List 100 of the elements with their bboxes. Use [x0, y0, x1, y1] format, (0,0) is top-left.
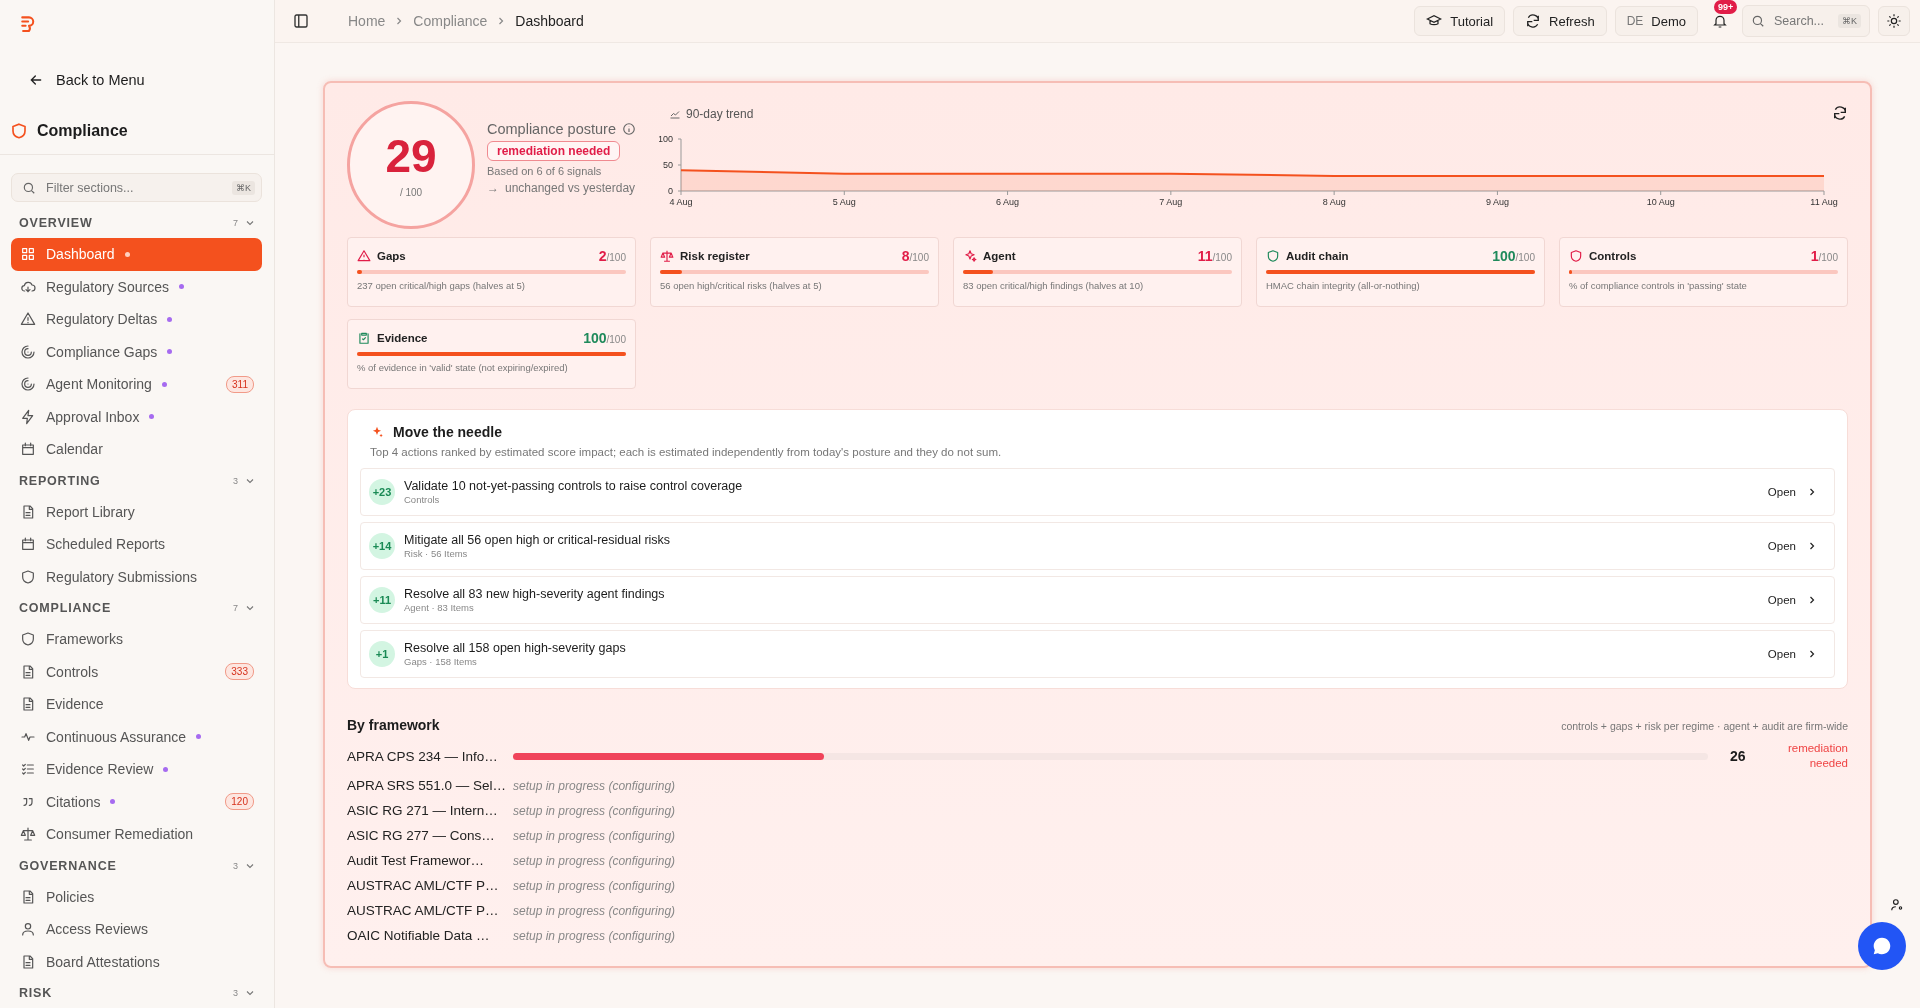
action-title: Resolve all 83 new high-severity agent findings	[404, 587, 666, 601]
sidebar-item[interactable]: Controls 333	[11, 655, 262, 688]
refresh-button[interactable]: Refresh	[1513, 6, 1607, 36]
sidebar-item[interactable]: Scheduled Reports	[11, 528, 262, 561]
sidebar-item-label: Dashboard	[46, 246, 115, 263]
sidebar-item-label: Agent Monitoring	[46, 376, 152, 393]
bell-icon[interactable]	[1712, 13, 1728, 29]
count-badge: 333	[225, 663, 254, 681]
scales-icon	[660, 249, 674, 263]
chat-button[interactable]	[1858, 922, 1906, 970]
sidebar-item[interactable]: Consumer Remediation	[11, 818, 262, 851]
framework-name[interactable]: ASIC RG 271 — Intern…	[347, 803, 513, 818]
sidebar-item[interactable]: Evidence	[11, 688, 262, 721]
action-row[interactable]: +1 Resolve all 158 open high-severity gaps Gaps · 158 Items Open	[360, 630, 1835, 678]
score-value: 29	[385, 132, 437, 179]
sidebar-item[interactable]: Report Library	[11, 495, 262, 528]
search-icon	[1751, 14, 1765, 28]
sidebar-item[interactable]: Agent Monitoring 311	[11, 368, 262, 401]
x-tick-label: 4 Aug	[669, 197, 693, 207]
impact-badge: +23	[369, 479, 395, 505]
score-card-value: 11/100	[1197, 248, 1232, 264]
warning-icon	[357, 249, 371, 263]
sidebar-item[interactable]: Calendar	[11, 433, 262, 466]
sidebar-item[interactable]: Approval Inbox	[11, 400, 262, 433]
document-icon	[20, 888, 36, 905]
sidebar-item[interactable]: Board Attestations	[11, 945, 262, 978]
sidebar-item-label: Policies	[46, 888, 95, 905]
open-button[interactable]: Open	[1761, 644, 1824, 664]
section-heading: COMPLIANCE	[19, 601, 113, 615]
impact-badge: +11	[369, 587, 395, 613]
action-meta: Risk · 56 Items	[404, 548, 469, 559]
scales-icon	[20, 826, 36, 843]
sidebar-item-label: Calendar	[46, 441, 103, 458]
filter-input[interactable]: Filter sections...	[44, 179, 224, 196]
calendar-icon	[20, 536, 36, 553]
framework-name[interactable]: AUSTRAC AML/CTF P…	[347, 903, 513, 918]
y-axis	[677, 138, 682, 192]
open-button[interactable]: Open	[1761, 482, 1824, 502]
action-row[interactable]: +11 Resolve all 83 new high-severity agent findings Agent · 83 Items Open	[360, 576, 1835, 624]
sidebar-item[interactable]: Evidence Review	[11, 753, 262, 786]
user-menu-button[interactable]: DE Demo	[1614, 6, 1698, 36]
action-title: Validate 10 not-yet-passing controls to raise control coverage	[404, 479, 744, 493]
count-badge: 120	[225, 793, 254, 811]
impact-badge: +14	[369, 533, 395, 559]
open-button[interactable]: Open	[1761, 536, 1824, 556]
sidebar-item[interactable]: Compliance Gaps	[11, 335, 262, 368]
sparkle-icon	[963, 249, 977, 263]
sidebar-item[interactable]: Access Reviews	[11, 913, 262, 946]
sidebar-item[interactable]: Frameworks	[11, 623, 262, 656]
sidebar-item-label: Evidence Review	[46, 761, 154, 778]
score-card-title: Evidence	[377, 332, 429, 344]
search-field[interactable]: Search... ⌘K	[1742, 5, 1870, 37]
x-tick-label: 6 Aug	[996, 197, 1020, 207]
sidebar-item-label: Consumer Remediation	[46, 826, 194, 843]
framework-name[interactable]: APRA SRS 551.0 — Sel…	[347, 778, 513, 793]
info-icon[interactable]	[621, 122, 636, 136]
back-link[interactable]: Back to Menu	[28, 72, 274, 89]
filter-field[interactable]: Filter sections... ⌘K	[11, 173, 262, 202]
y-tick-label: 50	[663, 160, 673, 170]
clipboard-icon	[357, 331, 371, 345]
user-icon	[20, 921, 36, 938]
open-button[interactable]: Open	[1761, 590, 1824, 610]
sidebar-item-label: Regulatory Sources	[46, 278, 169, 295]
framework-name[interactable]: Audit Test Framewor…	[347, 853, 513, 868]
score-card-title: Risk register	[680, 250, 751, 262]
sidebar-item-label: Board Attestations	[46, 953, 160, 970]
theme-toggle-button[interactable]	[1878, 6, 1910, 36]
sidebar-toggle-icon[interactable]	[292, 12, 310, 30]
framework-name[interactable]: OAIC Notifiable Data …	[347, 928, 513, 943]
framework-name[interactable]: AUSTRAC AML/CTF P…	[347, 878, 513, 893]
radar-icon	[20, 343, 36, 360]
grid-icon	[20, 246, 36, 263]
sidebar-item[interactable]: Regulatory Sources	[11, 270, 262, 303]
sidebar-item[interactable]: Citations 120	[11, 785, 262, 818]
framework-status: setup in progress (configuring)	[513, 928, 676, 943]
breadcrumb-link[interactable]: Dashboard	[515, 13, 584, 29]
tutorial-button[interactable]: Tutorial	[1414, 6, 1506, 36]
sidebar-item-label: Compliance Gaps	[46, 343, 158, 360]
score-card-description: % of compliance controls in 'passing' state	[1569, 280, 1748, 291]
section-count: 3	[233, 475, 238, 486]
x-tick-label: 9 Aug	[1485, 197, 1509, 207]
action-row[interactable]: +14 Mitigate all 56 open high or critical-residual risks Risk · 56 Items Open	[360, 522, 1835, 570]
action-row[interactable]: +23 Validate 10 not-yet-passing controls to raise control coverage Controls Open	[360, 468, 1835, 516]
sidebar-item[interactable]: Regulatory Submissions	[11, 560, 262, 593]
sidebar-item[interactable]: Continuous Assurance	[11, 720, 262, 753]
search-input[interactable]: Search...	[1772, 13, 1831, 29]
x-tick-label: 10 Aug	[1646, 197, 1675, 207]
framework-name[interactable]: ASIC RG 277 — Cons…	[347, 828, 513, 843]
framework-status: setup in progress (configuring)	[513, 778, 676, 793]
refresh-icon[interactable]	[1832, 105, 1848, 121]
change-text: unchanged vs yesterday	[505, 181, 636, 195]
framework-status: remediation needed	[1786, 741, 1848, 771]
document-icon	[20, 663, 36, 680]
sidebar-item[interactable]: Regulatory Deltas	[11, 303, 262, 336]
sidebar-item[interactable]: Policies	[11, 880, 262, 913]
radar-icon	[20, 376, 36, 393]
sidebar-item-label: Citations	[46, 793, 101, 810]
framework-status: setup in progress (configuring)	[513, 878, 676, 893]
user-settings-icon[interactable]	[1890, 898, 1904, 912]
framework-name[interactable]: APRA CPS 234 — Info…	[347, 748, 513, 764]
